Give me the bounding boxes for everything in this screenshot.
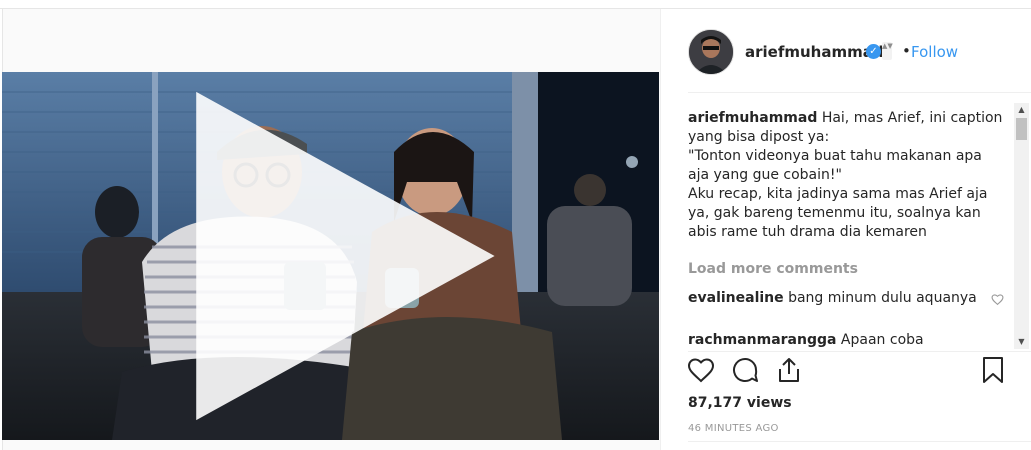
comment-icon[interactable] [730, 355, 760, 385]
caption-line: yang bisa dipost ya: [688, 129, 830, 145]
load-more-comments-button[interactable]: Load more comments [688, 260, 858, 279]
caption-username[interactable]: ariefmuhammad [688, 110, 817, 126]
scroll-up-arrow-icon[interactable]: ▲ [1014, 103, 1029, 117]
verified-badge-icon: ✓ [866, 44, 881, 59]
comment-like-icon[interactable] [991, 293, 1004, 306]
comment-text: Apaan coba [840, 332, 924, 348]
comment-item: evalinealine bang minum dulu aquanya [688, 289, 1010, 308]
caption-line: "Tonton videonya buat tahu makanan apa [688, 148, 982, 164]
caption: ariefmuhammad Hai, mas Arief, ini captio… [688, 109, 1010, 242]
scroll-thumb[interactable] [1016, 118, 1027, 140]
caption-line: aja yang gue cobain!" [688, 167, 842, 183]
comment-username[interactable]: rachmanmarangga [688, 332, 836, 348]
post-timestamp[interactable]: 46 MINUTES AGO [688, 423, 779, 434]
account-options-icon[interactable]: ▲▼ [882, 42, 893, 60]
instagram-post-window: ariefmuhammad ✓ ▲▼ • Follow ariefmuhamma… [0, 0, 1031, 450]
heart-icon[interactable] [686, 355, 716, 385]
follow-button[interactable]: Follow [911, 43, 958, 61]
post-header: ariefmuhammad ✓ ▲▼ • Follow [661, 9, 1031, 92]
play-icon[interactable] [2, 72, 659, 440]
avatar-image [689, 30, 733, 74]
video-player[interactable] [2, 72, 659, 440]
view-count[interactable]: 87,177 views [688, 395, 792, 411]
post-sidebar: ariefmuhammad ✓ ▲▼ • Follow ariefmuhamma… [660, 9, 1031, 450]
caption-line: abis rame tuh drama dia kemaren [688, 224, 927, 240]
caption-line: Hai, mas Arief, ini caption [821, 110, 1003, 126]
comment-text: bang minum dulu aquanya [788, 290, 977, 306]
share-icon[interactable] [774, 355, 804, 385]
scroll-down-arrow-icon[interactable]: ▼ [1014, 335, 1029, 349]
caption-line: ya, gak bareng temenmu itu, soalnya kan [688, 205, 981, 221]
comment-item: rachmanmarangga Apaan coba [688, 331, 1010, 349]
caption-line: Aku recap, kita jadinya sama mas Arief a… [688, 186, 988, 202]
comment-username[interactable]: evalinealine [688, 290, 784, 306]
footer-divider [688, 441, 1031, 442]
comments-section: ariefmuhammad Hai, mas Arief, ini captio… [688, 109, 1010, 349]
avatar[interactable] [688, 29, 734, 75]
comments-scrollbar[interactable]: ▲ ▼ [1014, 103, 1029, 349]
bookmark-icon[interactable] [978, 355, 1008, 385]
actions-divider [688, 351, 1031, 352]
header-divider [688, 92, 1031, 93]
post-actions [686, 355, 1006, 389]
separator-dot: • [902, 42, 911, 60]
username[interactable]: ariefmuhammad [745, 43, 884, 61]
